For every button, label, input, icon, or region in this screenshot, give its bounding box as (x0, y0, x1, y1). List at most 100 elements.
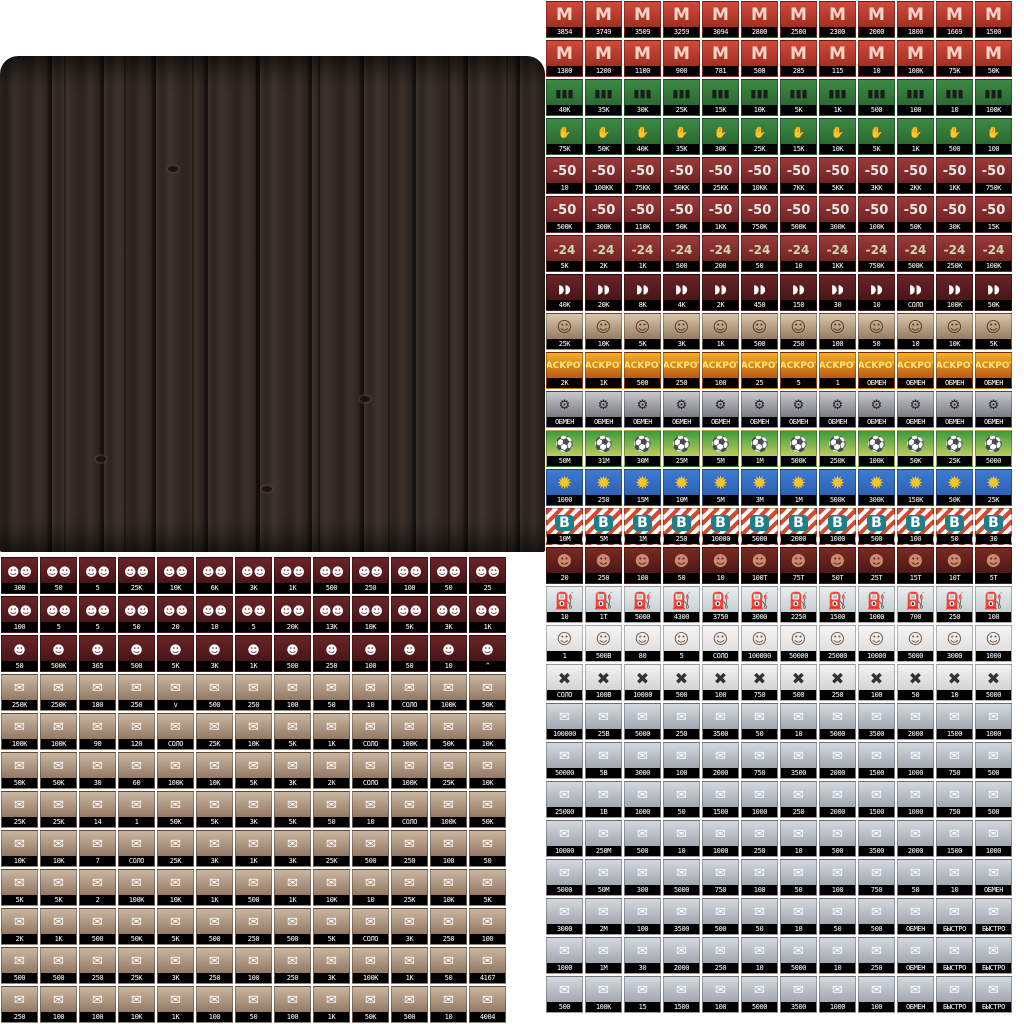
sprite-card-icon: ✉ (131, 759, 142, 774)
sprite-value-label: 500K (781, 456, 816, 466)
sprite-value-label: 5000 (742, 534, 777, 544)
sprite-card-icon: ✉ (365, 876, 376, 891)
sprite-tile-man: ☺ СОЛО (702, 625, 739, 662)
sprite-red-icon: M (595, 44, 612, 64)
sprite-bldg-icon: ✉ (910, 749, 921, 764)
sprite-tile-bldg: ✉ 1500 (663, 976, 700, 1013)
sprite-tile-ufc: ☻ 500 (118, 635, 155, 672)
sprite-tile-obmen: ⚙ ОБМЕН (897, 391, 934, 428)
sprite-red-icon: M (985, 44, 1002, 64)
sprite-value-label: 25K (119, 973, 154, 983)
sprite-value-label: 5K (41, 895, 76, 905)
sprite-tile-dark: ☻ 75T (780, 547, 817, 584)
sprite-ufc-icon: ☻☻ (201, 564, 228, 579)
sprite-value-label: 50K (976, 300, 1011, 310)
sprite-value-label: 13K (314, 622, 349, 632)
sprite-value-label: 3500 (664, 924, 699, 934)
sprite-value-label: 2 (80, 895, 115, 905)
sprite-ufc-icon: ☻☻ (279, 603, 306, 618)
sprite-card-icon: ✉ (53, 993, 64, 1008)
sprite-tile-gear: ✖ 500 (663, 664, 700, 701)
sprite-value-label: 5K (976, 339, 1011, 349)
sprite-value-label: 25000 (820, 651, 855, 661)
sprite-card-icon: ✉ (14, 993, 25, 1008)
sprite-tile-red: M 3854 (546, 1, 583, 38)
sprite-tile-man: ☺ 500B (585, 625, 622, 662)
sprite-value-label: 100 (820, 339, 855, 349)
sprite-value-label: 100000 (742, 651, 777, 661)
sprite-value-label: 25K (547, 339, 582, 349)
sprite-ufc-icon: ☻ (364, 642, 377, 657)
sprite-value-label: 5K (2, 895, 37, 905)
sprite-tile-ufc: ☻☻ 5K (391, 596, 428, 633)
sprite-value-label: 3K (664, 339, 699, 349)
sprite-money-icon: -24 (553, 242, 576, 257)
sprite-value-label: 1K (314, 739, 349, 749)
sprite-jack-icon: JACKPOT (741, 361, 777, 371)
sprite-tile-red: M 2000 (858, 1, 895, 38)
sprite-bldg-icon: ✉ (832, 905, 843, 920)
sprite-value-label: 15 (625, 1002, 660, 1012)
sprite-tile-card: ✉ 5K (157, 908, 194, 945)
sprite-card-icon: ✉ (404, 720, 415, 735)
sprite-bldg-icon: ✉ (715, 788, 726, 803)
sprite-tile-green: ✋ 75K (546, 118, 583, 155)
sprite-value-label: 50 (742, 924, 777, 934)
sprite-bldg-icon: ✉ (715, 866, 726, 881)
sprite-value-label: 5K (547, 261, 582, 271)
sprite-bldg-icon: ✉ (598, 866, 609, 881)
sprite-value-label: 500 (314, 583, 349, 593)
sprite-tile-bldg: ✉ ОБМЕН (897, 898, 934, 935)
sprite-bldg-icon: ✉ (676, 866, 687, 881)
sprite-value-label: 10M (547, 534, 582, 544)
sprite-ufc-icon: ◗◗ (948, 281, 961, 296)
sprite-tile-coin: -50 1KK (936, 157, 973, 194)
sprite-value-label: 3000 (937, 651, 972, 661)
sprite-green-icon: ▮▮▮ (750, 87, 769, 100)
sprite-value-label: 500 (119, 661, 154, 671)
sprite-tile-coin: -50 500K (546, 196, 583, 233)
sprite-value-label: 50000 (781, 651, 816, 661)
sprite-tile-can: ⛽ 1T (585, 586, 622, 623)
sprite-bldg-icon: ✉ (754, 749, 765, 764)
sprite-value-label: 50 (859, 339, 894, 349)
sprite-tile-card: ✉ 10K (157, 869, 194, 906)
sprite-tile-sun: ✹ 15M (624, 469, 661, 506)
sprite-bldg-icon: ✉ (910, 866, 921, 881)
sprite-value-label: 5T (976, 573, 1011, 583)
sprite-value-label: 450 (742, 300, 777, 310)
sprite-jack-icon: JACKPOT (624, 361, 660, 371)
sprite-tile-bldg: ✉ 50M (585, 859, 622, 896)
sprite-ball-icon: ⚽ (906, 435, 925, 453)
sprite-value-label: 1100 (625, 66, 660, 76)
sprite-value-label: 10 (781, 924, 816, 934)
sprite-tile-bldg: ✉ ОБМЕН (897, 976, 934, 1013)
sprite-card-icon: ✉ (170, 915, 181, 930)
sprite-tile-gear: ✖ 50 (897, 664, 934, 701)
sprite-value-label: 20 (547, 573, 582, 583)
sprite-tile-bldg: ✉ 100 (858, 976, 895, 1013)
sprite-tile-coin: -50 50KK (663, 157, 700, 194)
sprite-tile-green: ▮▮▮ 35K (585, 79, 622, 116)
sprite-tile-gear: ✖ 100 (702, 664, 739, 701)
sprite-ball-icon: ⚽ (789, 435, 808, 453)
sprite-tile-man: ☺ 3000 (936, 625, 973, 662)
sprite-card-icon: ✉ (53, 798, 64, 813)
sprite-value-label: 10000 (859, 651, 894, 661)
sprite-man-icon: ☺ (556, 630, 573, 648)
sprite-bldg-icon: ✉ (793, 983, 804, 998)
sprite-value-label: 500K (781, 222, 816, 232)
sprite-tile-ufc: ☻☻ 250 (352, 557, 389, 594)
sprite-value-label: 100 (275, 1012, 310, 1022)
sprite-tile-face: ☺ 250 (780, 313, 817, 350)
sprite-tile-bldg: ✉ 2000 (819, 742, 856, 779)
sprite-card-icon: ✉ (404, 993, 415, 1008)
sprite-face-icon: ☺ (751, 318, 768, 336)
sprite-tile-jack: JACKPOT 100 (702, 352, 739, 389)
sprite-face-icon: ☺ (985, 318, 1002, 336)
sprite-value-label: 5000 (625, 612, 660, 622)
sprite-red-icon: M (673, 44, 690, 64)
sprite-value-label: 25KK (703, 183, 738, 193)
sprite-tile-man: ☺ 10000 (858, 625, 895, 662)
sprite-sun-icon: ✹ (790, 472, 807, 494)
